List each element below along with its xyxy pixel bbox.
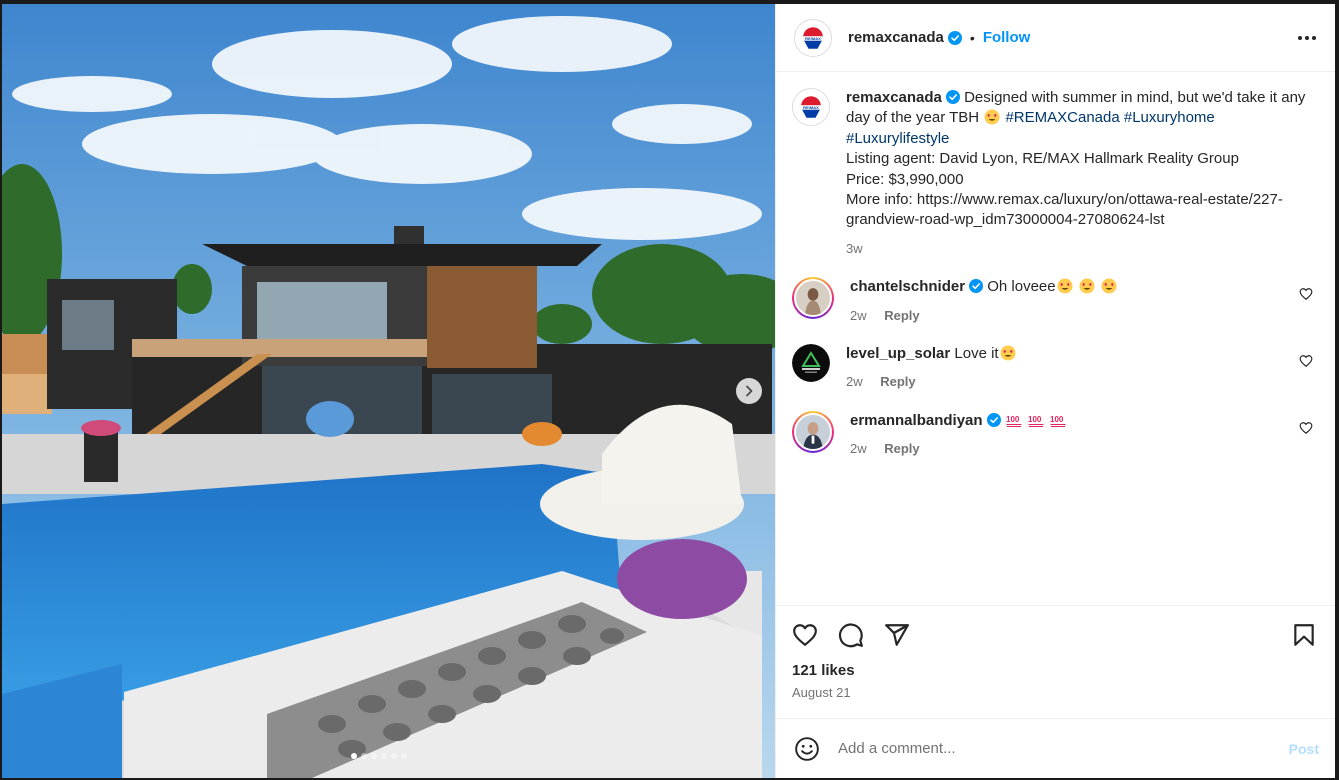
avatar[interactable] (792, 277, 834, 320)
comment-username[interactable]: chantelschnider (850, 278, 965, 295)
comment-username[interactable]: ermannalbandiyan (850, 412, 983, 429)
avatar[interactable]: RE/MAX (792, 88, 830, 126)
caption-time[interactable]: 3w (846, 241, 863, 256)
svg-text:100: 100 (1006, 415, 1020, 424)
post-sidebar: RE/MAX remaxcanada • Follow RE/MAX remax… (775, 4, 1335, 778)
svg-text:RE/MAX: RE/MAX (805, 35, 821, 40)
comment-meta: 2w Reply (850, 306, 1319, 326)
heart-eyes-emoji-icon (1101, 278, 1117, 294)
post-author-username[interactable]: remaxcanada (848, 29, 944, 46)
post-header: RE/MAX remaxcanada • Follow (776, 4, 1335, 72)
comment-text: chantelschnider Oh loveee 2w Reply (850, 277, 1319, 326)
comment-time[interactable]: 2w (850, 308, 867, 323)
carousel-dot (381, 753, 387, 759)
likes-count[interactable]: 121 likes (792, 662, 1319, 679)
carousel-next-button[interactable] (736, 378, 762, 404)
hashtag-link[interactable]: #Luxuryhome (1124, 109, 1215, 126)
backyard-pool-photo (2, 4, 775, 778)
caption-listing-agent: Listing agent: David Lyon, RE/MAX Hallma… (846, 150, 1239, 168)
level-up-solar-logo (792, 344, 830, 383)
heart-eyes-emoji-icon (1057, 278, 1073, 294)
user-photo-icon (796, 281, 830, 316)
caption-more-info: More info: https://www.remax.ca/luxury/o… (846, 191, 1283, 229)
hundred-points-emoji-icon: 100 (1006, 415, 1022, 427)
heart-eyes-emoji-icon (984, 109, 1000, 125)
hashtag-link[interactable]: #REMAXCanada (1005, 109, 1119, 126)
comment-meta: 2w Reply (846, 372, 1319, 392)
comment-bubble-icon[interactable] (838, 622, 864, 648)
comment-time[interactable]: 2w (850, 441, 867, 456)
comment-body: Oh loveee (987, 278, 1056, 296)
like-comment-heart-icon[interactable] (1299, 354, 1313, 368)
like-comment-heart-icon[interactable] (1299, 421, 1313, 435)
post-date: August 21 (792, 685, 851, 700)
post-actions: 121 likes August 21 (776, 605, 1335, 718)
remax-balloon-logo: RE/MAX (793, 89, 829, 125)
verified-badge-icon (945, 90, 960, 104)
carousel-dot (391, 753, 397, 759)
post-image (2, 4, 775, 778)
heart-eyes-emoji-icon (1079, 278, 1095, 294)
verified-badge-icon (969, 279, 984, 294)
comment: ermannalbandiyan 100 100 100 2w Reply (792, 410, 1319, 460)
caption: RE/MAX remaxcanada Designed with summer … (792, 88, 1319, 259)
post-modal: RE/MAX remaxcanada • Follow RE/MAX remax… (2, 4, 1335, 778)
comment-username[interactable]: level_up_solar (846, 345, 950, 362)
hundred-points-emoji-icon: 100 (1028, 415, 1044, 427)
remax-balloon-logo: RE/MAX (795, 19, 831, 56)
comment-text: ermannalbandiyan 100 100 100 2w Reply (850, 411, 1319, 460)
avatar[interactable]: RE/MAX (794, 18, 832, 57)
heart-eyes-emoji-icon (1000, 345, 1016, 361)
comments-section: RE/MAX remaxcanada Designed with summer … (776, 72, 1335, 605)
user-photo-icon (796, 414, 830, 449)
carousel-dot (371, 753, 377, 759)
comment: level_up_solar Love it 2w Reply (792, 344, 1319, 393)
verified-badge-icon (986, 412, 1001, 427)
comment-composer: Post (776, 718, 1335, 778)
comment: chantelschnider Oh loveee 2w Reply (792, 277, 1319, 326)
add-comment-input[interactable] (838, 740, 1289, 757)
avatar[interactable] (792, 410, 834, 453)
caption-username[interactable]: remaxcanada (846, 89, 942, 106)
action-bar (792, 620, 1319, 650)
svg-text:RE/MAX: RE/MAX (803, 105, 819, 110)
reply-button[interactable]: Reply (884, 441, 919, 456)
comment-text: level_up_solar Love it 2w Reply (846, 344, 1319, 393)
comment-time[interactable]: 2w (846, 374, 863, 389)
comment-meta: 2w Reply (850, 439, 1319, 459)
svg-text:100: 100 (1028, 415, 1042, 424)
caption-meta: 3w (846, 239, 1319, 259)
post-comment-button[interactable]: Post (1289, 741, 1319, 757)
reply-button[interactable]: Reply (880, 374, 915, 389)
share-paper-plane-icon[interactable] (884, 622, 910, 648)
more-horizontal-icon (1298, 35, 1316, 40)
hundred-points-emoji-icon: 100 (1050, 415, 1066, 427)
caption-text: remaxcanada Designed with summer in mind… (846, 88, 1319, 259)
more-options-button[interactable] (1295, 26, 1319, 50)
verified-badge-icon (947, 30, 962, 45)
emoji-smiley-icon[interactable] (794, 736, 820, 762)
avatar[interactable] (792, 344, 830, 383)
caption-price: Price: $3,990,000 (846, 170, 964, 188)
save-bookmark-icon[interactable] (1291, 622, 1317, 648)
hashtag-link[interactable]: #Luxurylifestyle (846, 130, 949, 147)
carousel-dot (401, 753, 407, 759)
like-heart-icon[interactable] (792, 622, 818, 648)
like-comment-heart-icon[interactable] (1299, 287, 1313, 301)
carousel-dot (361, 753, 367, 759)
carousel-dot (351, 753, 357, 759)
follow-button[interactable]: Follow (983, 29, 1031, 46)
chevron-right-icon (746, 385, 753, 397)
reply-button[interactable]: Reply (884, 308, 919, 323)
comment-body: Love it (954, 345, 999, 363)
svg-text:100: 100 (1050, 415, 1064, 424)
carousel-indicator (351, 753, 407, 759)
separator-dot: • (969, 29, 975, 46)
